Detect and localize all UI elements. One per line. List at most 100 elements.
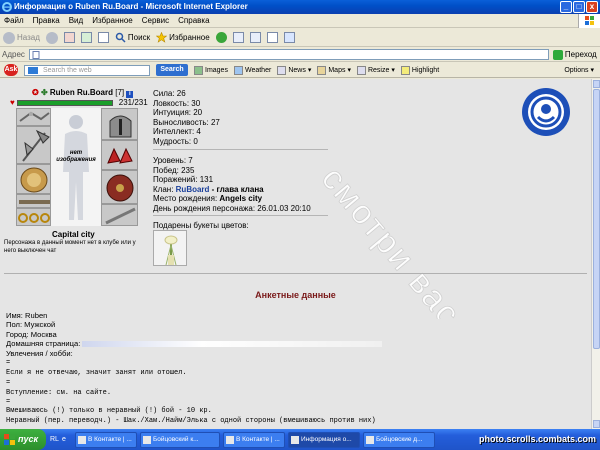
menu-file[interactable]: Файл bbox=[4, 16, 24, 25]
paperdoll: нет изображения bbox=[16, 108, 138, 226]
maps-icon bbox=[317, 65, 327, 75]
stat-intuition: Интуиция: 20 bbox=[153, 108, 203, 118]
maximize-button[interactable]: □ bbox=[573, 1, 585, 13]
menu-bar: Файл Правка Вид Избранное Сервис Справка bbox=[0, 14, 600, 28]
images-icon bbox=[194, 65, 203, 75]
refresh-icon[interactable] bbox=[80, 32, 92, 43]
ask-search-button[interactable]: Search bbox=[156, 64, 188, 76]
chevron-down-icon: ▾ bbox=[347, 67, 351, 74]
profile-line: Если я не отвечаю, значит занят или отош… bbox=[6, 369, 187, 377]
search-button[interactable]: Поиск bbox=[115, 32, 150, 43]
task-info[interactable]: Информация о... bbox=[288, 431, 360, 448]
menu-view[interactable]: Вид bbox=[69, 16, 83, 25]
history-icon[interactable] bbox=[215, 32, 227, 43]
windows-flag-icon bbox=[578, 14, 600, 28]
task-boycovsky-1[interactable]: Бойцовский к... bbox=[140, 431, 220, 448]
stat-agility: Ловкость: 30 bbox=[153, 98, 201, 108]
bio-clan: Клан: RuBoard - глава клана bbox=[153, 184, 264, 194]
menu-edit[interactable]: Правка bbox=[33, 16, 60, 25]
homepage-link[interactable] bbox=[82, 341, 383, 348]
menu-tools[interactable]: Сервис bbox=[142, 16, 169, 25]
armor-slot[interactable] bbox=[16, 164, 51, 194]
ask-options-button[interactable]: Options ▾ bbox=[564, 66, 594, 75]
bio-wins: Побед: 235 bbox=[153, 165, 195, 175]
close-button[interactable]: x bbox=[586, 1, 598, 13]
edit-icon[interactable] bbox=[266, 32, 278, 43]
start-button[interactable]: пуск bbox=[0, 429, 46, 450]
ie-logo-icon bbox=[2, 2, 12, 12]
ask-maps-button[interactable]: Maps ▾ bbox=[317, 65, 351, 75]
ring-slots[interactable] bbox=[16, 208, 51, 226]
stop-icon[interactable] bbox=[63, 32, 75, 43]
gifts-label: Подарены букеты цветов: bbox=[153, 221, 249, 230]
gloves-slot[interactable] bbox=[101, 140, 138, 170]
profile-section-title: Анкетные данные bbox=[255, 290, 336, 300]
chevron-down-icon: ▾ bbox=[307, 67, 312, 74]
menu-favorites[interactable]: Избранное bbox=[92, 16, 133, 25]
boots-slot[interactable] bbox=[101, 204, 138, 226]
favorites-button[interactable]: Избранное bbox=[156, 32, 210, 43]
ask-weather-button[interactable]: Weather bbox=[233, 65, 271, 75]
task-vkontakte-2[interactable]: В Контакте | ... bbox=[223, 431, 285, 448]
amulet-slot[interactable] bbox=[16, 108, 51, 126]
shield-slot[interactable] bbox=[101, 170, 138, 204]
window-icon bbox=[291, 435, 299, 444]
belt-slot[interactable] bbox=[16, 194, 51, 208]
section-divider bbox=[4, 273, 587, 274]
weather-icon bbox=[233, 65, 243, 75]
back-label: Назад bbox=[17, 33, 40, 42]
bio-birthplace: Место рождения: Angels city bbox=[153, 194, 263, 204]
mail-icon[interactable] bbox=[232, 32, 244, 43]
profile-line: Вступление: см. на сайте. bbox=[6, 389, 112, 397]
scroll-down-arrow[interactable] bbox=[593, 420, 600, 428]
info-button[interactable]: i bbox=[126, 91, 134, 98]
clan-link[interactable]: RuBoard bbox=[176, 185, 210, 194]
standard-toolbar: Назад Поиск Избранное bbox=[0, 29, 600, 47]
flower-bouquet-icon[interactable] bbox=[153, 230, 187, 266]
hp-fill bbox=[17, 100, 112, 105]
bio-level: Уровень: 7 bbox=[153, 156, 193, 165]
home-icon[interactable] bbox=[97, 32, 109, 43]
weapon-slot[interactable] bbox=[16, 126, 51, 164]
minimize-button[interactable]: _ bbox=[560, 1, 572, 13]
scroll-up-arrow[interactable] bbox=[593, 80, 600, 88]
browser-window: Информация о Ruben Ru.Board - Microsoft … bbox=[0, 0, 600, 450]
task-boycovsky-2[interactable]: Бойцовские д... bbox=[363, 431, 435, 448]
ask-search-input[interactable]: Search the web bbox=[24, 64, 150, 76]
ask-news-button[interactable]: News ▾ bbox=[277, 65, 312, 75]
go-arrow-icon bbox=[552, 49, 563, 60]
go-button[interactable]: Переход bbox=[552, 49, 597, 60]
chevron-down-icon: ▾ bbox=[391, 67, 395, 74]
ask-images-button[interactable]: Images bbox=[194, 65, 228, 75]
title-bar: Информация о Ruben Ru.Board - Microsoft … bbox=[0, 0, 600, 14]
scroll-thumb[interactable] bbox=[593, 89, 600, 349]
forward-button[interactable] bbox=[45, 31, 58, 44]
windows-logo-icon bbox=[4, 434, 15, 445]
menu-help[interactable]: Справка bbox=[178, 16, 209, 25]
helmet-slot[interactable] bbox=[101, 108, 138, 140]
quick-launch: RL e bbox=[50, 434, 72, 446]
stats-divider bbox=[153, 149, 328, 150]
search-icon bbox=[115, 32, 126, 43]
task-vkontakte-1[interactable]: В Контакте | ... bbox=[75, 431, 137, 448]
ie-quick-icon[interactable]: e bbox=[62, 434, 72, 446]
ask-search-icon bbox=[28, 66, 38, 74]
character-silhouette-icon bbox=[63, 115, 89, 220]
quick-launch-item[interactable]: RL bbox=[50, 434, 60, 446]
ask-logo[interactable]: Ask bbox=[4, 64, 18, 76]
print-icon[interactable] bbox=[249, 32, 261, 43]
ask-highlight-button[interactable]: Highlight bbox=[400, 65, 439, 75]
messenger-icon[interactable] bbox=[283, 32, 295, 43]
ask-resize-button[interactable]: Resize ▾ bbox=[356, 65, 395, 75]
window-title: Информация о Ruben Ru.Board - Microsoft … bbox=[14, 2, 248, 11]
forward-arrow-icon bbox=[45, 31, 58, 44]
news-icon bbox=[277, 65, 287, 75]
chevron-down-icon: ▾ bbox=[590, 67, 594, 74]
vertical-scrollbar[interactable] bbox=[591, 79, 600, 429]
profile-line: Неравный (пер. переводч.) - Шак./Хам./На… bbox=[6, 417, 376, 425]
back-button[interactable]: Назад bbox=[3, 31, 40, 44]
character-name: ✪ ✤ Ruben Ru.Board [7] i bbox=[32, 88, 134, 98]
address-input[interactable] bbox=[28, 49, 549, 60]
favorites-label: Избранное bbox=[169, 33, 210, 42]
profile-details: Имя: Ruben Пол: Мужской Город: Москва До… bbox=[6, 311, 383, 358]
